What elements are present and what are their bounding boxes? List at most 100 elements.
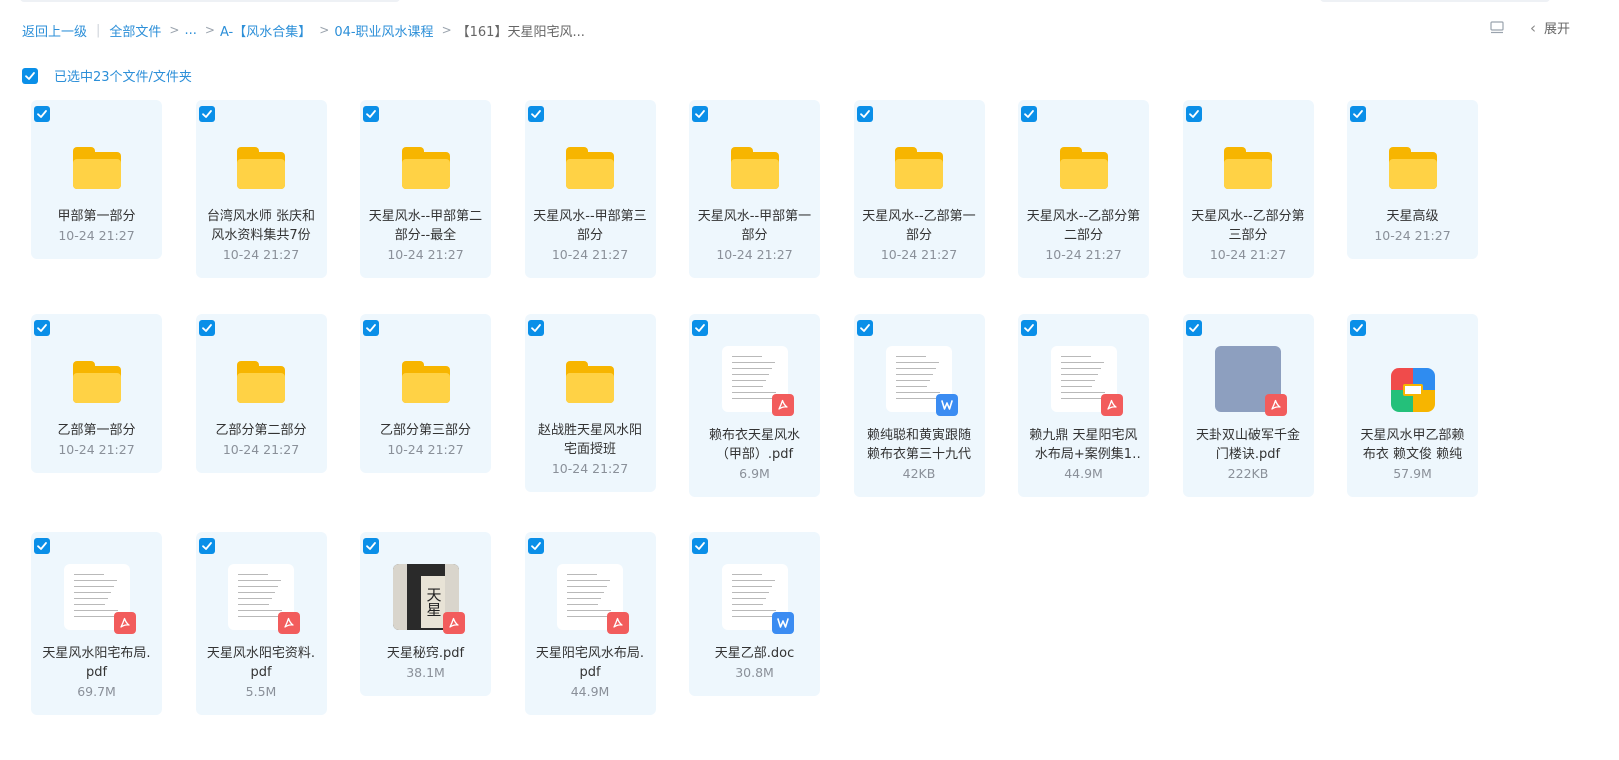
folder-icon bbox=[566, 147, 614, 189]
item-checkbox[interactable] bbox=[527, 106, 544, 122]
breadcrumb-item-fengshui[interactable]: A-【风水合集】 bbox=[220, 21, 311, 40]
expand-button[interactable]: ‹ 展开 bbox=[1530, 18, 1571, 38]
item-checkbox[interactable] bbox=[1350, 106, 1366, 122]
folder-card[interactable]: 乙部分第二部分 10-24 21:27 bbox=[195, 314, 327, 473]
check-icon bbox=[1353, 110, 1363, 118]
check-icon bbox=[366, 110, 376, 118]
item-checkbox[interactable] bbox=[34, 106, 50, 122]
item-meta: 222KB bbox=[1227, 466, 1269, 481]
item-meta: 10-24 21:27 bbox=[58, 442, 135, 457]
check-icon bbox=[1188, 110, 1199, 118]
item-checkbox[interactable] bbox=[527, 538, 544, 554]
breadcrumb-ellipsis[interactable]: ... bbox=[184, 23, 196, 38]
item-checkbox[interactable] bbox=[1185, 106, 1202, 122]
item-meta: 10-24 21:27 bbox=[222, 247, 300, 262]
item-name: 天星乙部.doc bbox=[714, 646, 795, 661]
item-name: 乙部第一部分 bbox=[57, 423, 136, 438]
item-checkbox[interactable] bbox=[1021, 320, 1037, 336]
item-name: 天星风水--乙部第一部分 bbox=[862, 209, 976, 243]
check-icon bbox=[1353, 324, 1363, 332]
item-name: 天星高级 bbox=[1386, 209, 1439, 224]
list-view-icon[interactable] bbox=[1490, 20, 1504, 35]
item-checkbox[interactable] bbox=[363, 106, 379, 122]
file-card[interactable]: 天星 天星秘窍.pdf 38.1M bbox=[360, 532, 491, 696]
check-icon bbox=[37, 542, 47, 550]
folder-card[interactable]: 天星风水--甲部第三部分 10-24 21:27 bbox=[524, 100, 656, 278]
item-checkbox[interactable] bbox=[856, 106, 873, 122]
breadcrumb: 返回上一级 | 全部文件 > ... > A-【风水合集】 > 04-职业风水课… bbox=[22, 20, 585, 40]
folder-card[interactable]: 天星风水--乙部分第三部分 10-24 21:27 bbox=[1182, 100, 1314, 278]
item-checkbox[interactable] bbox=[1185, 320, 1202, 336]
item-meta: 38.1M bbox=[406, 665, 445, 680]
folder-card[interactable]: 赵战胜天星风水阳宅面授班 10-24 21:27 bbox=[524, 314, 656, 492]
chevron-right-icon: > bbox=[169, 23, 180, 37]
item-meta: 5.5M bbox=[245, 684, 277, 699]
item-name: 天星风水--乙部分第三部分 bbox=[1191, 209, 1305, 243]
item-name: 赖布衣天星风水（甲部）.pdf bbox=[708, 428, 800, 462]
item-checkbox[interactable] bbox=[692, 320, 708, 336]
item-checkbox[interactable] bbox=[363, 320, 379, 336]
file-card[interactable]: 天卦双山破军千金门楼诀.pdf 222KB bbox=[1182, 314, 1314, 497]
file-card[interactable]: 天星阳宅风水布局.pdf 44.9M bbox=[524, 532, 656, 715]
file-card[interactable]: 赖布衣天星风水（甲部）.pdf 6.9M bbox=[689, 314, 820, 497]
expand-label: 展开 bbox=[1544, 22, 1571, 37]
item-meta: 57.9M bbox=[1393, 466, 1432, 481]
all-files-link[interactable]: 全部文件 bbox=[109, 21, 161, 40]
folder-card[interactable]: 天星高级 10-24 21:27 bbox=[1347, 100, 1478, 259]
pdf-file-icon bbox=[1100, 394, 1123, 416]
word-file-icon bbox=[771, 612, 794, 634]
folder-card[interactable]: 天星风水--甲部第一部分 10-24 21:27 bbox=[689, 100, 820, 278]
item-checkbox[interactable] bbox=[198, 106, 215, 122]
pdf-file-icon bbox=[1265, 394, 1287, 416]
folder-card[interactable]: 乙部第一部分 10-24 21:27 bbox=[31, 314, 162, 473]
check-icon bbox=[695, 324, 705, 332]
select-all-checkbox[interactable] bbox=[22, 67, 38, 84]
check-icon bbox=[201, 542, 212, 550]
item-name: 天星风水--甲部第一部分 bbox=[697, 209, 812, 243]
item-meta: 10-24 21:27 bbox=[222, 442, 300, 457]
item-checkbox[interactable] bbox=[34, 538, 50, 554]
file-card[interactable]: 赖纯聪和黄寅跟随赖布衣第三十九代 42KB bbox=[853, 314, 985, 497]
check-icon bbox=[1024, 324, 1034, 332]
folder-card[interactable]: 乙部分第三部分 10-24 21:27 bbox=[360, 314, 491, 473]
item-name: 赖九鼎 天星阳宅风水布局+案例集15... bbox=[1029, 428, 1138, 462]
chevron-right-icon: > bbox=[204, 23, 215, 37]
check-icon bbox=[201, 324, 212, 332]
item-checkbox[interactable] bbox=[363, 538, 379, 554]
pdf-file-icon bbox=[113, 612, 136, 634]
item-checkbox[interactable] bbox=[34, 320, 50, 336]
item-checkbox[interactable] bbox=[1350, 320, 1366, 336]
folder-card[interactable]: 天星风水--乙部第一部分 10-24 21:27 bbox=[853, 100, 985, 278]
file-card[interactable]: 天星风水阳宅布局.pdf 69.7M bbox=[31, 532, 162, 715]
item-meta: 10-24 21:27 bbox=[716, 247, 793, 262]
folder-card[interactable]: 甲部第一部分 10-24 21:27 bbox=[31, 100, 162, 259]
search-bar-edge bbox=[1320, 0, 1550, 2]
selection-count: 已选中23个文件/文件夹 bbox=[54, 70, 192, 85]
back-link[interactable]: 返回上一级 bbox=[22, 21, 87, 40]
folder-card[interactable]: 天星风水--甲部第二部分--最全 10-24 21:27 bbox=[360, 100, 491, 278]
check-icon bbox=[695, 542, 705, 550]
item-checkbox[interactable] bbox=[692, 538, 708, 554]
item-checkbox[interactable] bbox=[198, 538, 215, 554]
breadcrumb-divider: | bbox=[96, 22, 101, 38]
item-name: 天星风水甲乙部赖布衣 赖文俊 赖纯 bbox=[1360, 428, 1465, 462]
item-checkbox[interactable] bbox=[856, 320, 873, 336]
file-card[interactable]: 天星乙部.doc 30.8M bbox=[689, 532, 820, 696]
file-card[interactable]: 赖九鼎 天星阳宅风水布局+案例集15... 44.9M bbox=[1018, 314, 1149, 497]
item-name: 天星风水--乙部分第二部分 bbox=[1026, 209, 1141, 243]
item-checkbox[interactable] bbox=[1021, 106, 1037, 122]
item-checkbox[interactable] bbox=[692, 106, 708, 122]
item-name: 天星风水--甲部第二部分--最全 bbox=[368, 209, 483, 243]
folder-card[interactable]: 台湾风水师 张庆和风水资料集共7份 10-24 21:27 bbox=[195, 100, 327, 278]
item-meta: 10-24 21:27 bbox=[551, 461, 629, 476]
breadcrumb-item-course[interactable]: 04-职业风水课程 bbox=[334, 21, 433, 40]
file-card[interactable]: 天星风水阳宅资料.pdf 5.5M bbox=[195, 532, 327, 715]
item-checkbox[interactable] bbox=[527, 320, 544, 336]
folder-icon bbox=[401, 147, 450, 189]
check-icon bbox=[37, 110, 47, 118]
folder-icon bbox=[730, 147, 779, 189]
item-checkbox[interactable] bbox=[198, 320, 215, 336]
item-name: 乙部分第二部分 bbox=[215, 423, 307, 438]
folder-card[interactable]: 天星风水--乙部分第二部分 10-24 21:27 bbox=[1018, 100, 1149, 278]
file-card[interactable]: 天星风水甲乙部赖布衣 赖文俊 赖纯 57.9M bbox=[1347, 314, 1478, 497]
